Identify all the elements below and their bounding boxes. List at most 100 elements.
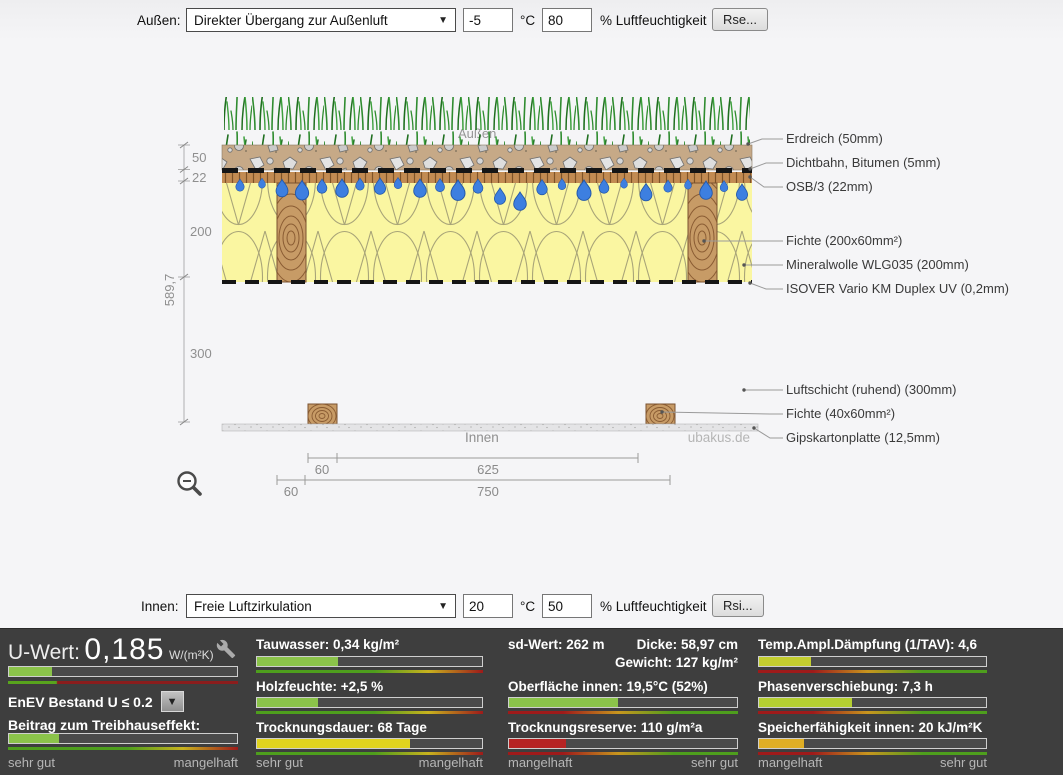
scale-best: sehr gut — [691, 755, 738, 770]
rse-button[interactable]: Rse... — [712, 8, 768, 31]
sd-label: sd-Wert: — [508, 637, 563, 652]
inner-surface-bar-fill — [509, 698, 618, 707]
condensate-label: Tauwasser: — [256, 637, 329, 652]
thermal-column: Temp.Ampl.Dämpfung (1/TAV): 4,6 Phasenve… — [758, 629, 987, 775]
uvalue-value: 0,185 — [84, 633, 164, 666]
scale-worst: mangelhaft — [758, 755, 822, 770]
dim-200: 200 — [190, 224, 212, 239]
left-dimension-labels: 50 22 200 300 589,7 — [162, 150, 212, 361]
layer-label: Erdreich (50mm) — [786, 131, 883, 146]
phase-shift-value: 7,3 h — [902, 679, 933, 694]
scale-worst: mangelhaft — [508, 755, 572, 770]
wood-moisture-value: +2,5 % — [341, 679, 383, 694]
drying-time-label: Trocknungsdauer: — [256, 720, 374, 735]
temp-damping-bar — [758, 656, 987, 667]
thickness-value-text: 58,97 cm — [681, 637, 738, 652]
inside-temp-unit: °C — [520, 599, 535, 614]
drying-reserve-bar — [508, 738, 738, 749]
enev-dropdown-button[interactable]: ▼ — [161, 691, 184, 712]
layer-label: Mineralwolle WLG035 (200mm) — [786, 257, 969, 272]
inside-humidity-input[interactable] — [542, 594, 592, 618]
temp-damping-title: Temp.Ampl.Dämpfung (1/TAV): 4,6 — [758, 637, 977, 652]
outside-temp-input[interactable] — [463, 8, 513, 32]
results-panel: U-Wert: 0,185 W/(m²K) EnEV Bestand U ≤ 0… — [0, 628, 1063, 775]
drying-reserve-title: Trocknungsreserve: 110 g/m²a — [508, 720, 702, 735]
dim-750: 750 — [477, 484, 499, 499]
layer-label: Fichte (40x60mm²) — [786, 406, 895, 421]
condensate-scale-line — [256, 670, 483, 673]
chevron-down-icon: ▼ — [167, 696, 178, 708]
outside-mode-value: Direkter Übergang zur Außenluft — [194, 13, 388, 28]
sd-value: sd-Wert: 262 m — [508, 637, 605, 652]
inside-controls: Innen: Freie Luftzirkulation ▼ °C % Luft… — [0, 594, 1063, 620]
heat-storage-bar-fill — [759, 739, 804, 748]
dim-625: 625 — [477, 462, 499, 477]
layer-labels: Erdreich (50mm) Dichtbahn, Bitumen (5mm)… — [786, 131, 1009, 445]
moisture-column: Tauwasser: 0,34 kg/m² Holzfeuchte: +2,5 … — [256, 629, 483, 775]
scale-worst: mangelhaft — [419, 755, 483, 770]
dim-total: 589,7 — [162, 274, 177, 307]
layer-label: Fichte (200x60mm²) — [786, 233, 902, 248]
heat-storage-bar — [758, 738, 987, 749]
zoom-out-icon[interactable] — [179, 473, 201, 495]
drying-time-title: Trocknungsdauer: 68 Tage — [256, 720, 427, 735]
inside-label: Innen: — [141, 599, 179, 614]
drying-time-value: 68 Tage — [378, 720, 427, 735]
outside-mode-select[interactable]: Direkter Übergang zur Außenluft ▼ — [186, 8, 456, 32]
inside-temp-input[interactable] — [463, 594, 513, 618]
phase-shift-scale-line — [758, 711, 987, 714]
condensate-bar-fill — [257, 657, 338, 666]
thickness-label: Dicke: — [637, 637, 678, 652]
drying-reserve-label: Trocknungsreserve: — [508, 720, 637, 735]
outside-humidity-input[interactable] — [542, 8, 592, 32]
outside-temp-unit: °C — [520, 13, 535, 28]
temp-damping-scale-line — [758, 670, 987, 673]
greenhouse-scale-line — [8, 747, 238, 750]
grass-decoration — [224, 97, 750, 146]
wood-moisture-bar — [256, 697, 483, 708]
uvalue-column: U-Wert: 0,185 W/(m²K) EnEV Bestand U ≤ 0… — [8, 629, 238, 775]
scale-best: sehr gut — [256, 755, 303, 770]
greenhouse-bar-fill — [9, 734, 59, 743]
dim-50: 50 — [192, 150, 206, 165]
inside-humidity-label: % Luftfeuchtigkeit — [600, 599, 707, 614]
greenhouse-bar — [8, 733, 238, 744]
wood-moisture-label: Holzfeuchte: — [256, 679, 337, 694]
temp-damping-label: Temp.Ampl.Dämpfung (1/TAV): — [758, 637, 955, 652]
wrench-icon[interactable] — [216, 639, 236, 659]
heat-storage-value: 20 kJ/m²K — [919, 720, 983, 735]
uvalue-label: U-Wert: — [8, 641, 80, 664]
surface-column: sd-Wert: 262 m Dicke: 58,97 cm Gewicht: … — [508, 629, 738, 775]
uvalue-unit: W/(m²K) — [169, 648, 214, 662]
inner-surface-scale-line — [508, 711, 738, 714]
scale-labels: mangelhaft sehr gut — [508, 755, 738, 770]
site-watermark: ubakus.de — [688, 430, 750, 445]
drying-reserve-value: 110 g/m²a — [641, 720, 703, 735]
uvalue-bar-fill — [9, 667, 52, 676]
scale-worst: mangelhaft — [174, 755, 238, 770]
scale-labels: sehr gut mangelhaft — [256, 755, 483, 770]
thickness-value: Dicke: 58,97 cm — [637, 637, 738, 652]
weight-value: Gewicht: 127 kg/m² — [615, 655, 738, 670]
wood-moisture-scale-line — [256, 711, 483, 714]
heat-storage-title: Speicherfähigkeit innen: 20 kJ/m²K — [758, 720, 982, 735]
chevron-down-icon: ▼ — [438, 601, 448, 612]
drying-time-bar-fill — [257, 739, 410, 748]
layer-label: OSB/3 (22mm) — [786, 179, 873, 194]
temp-damping-value: 4,6 — [958, 637, 977, 652]
layer-erdreich[interactable] — [222, 145, 752, 170]
rsi-button[interactable]: Rsi... — [712, 594, 764, 617]
inner-surface-value: 19,5°C (52%) — [627, 679, 708, 694]
weight-value-text: 127 kg/m² — [676, 655, 738, 670]
drying-reserve-bar-fill — [509, 739, 566, 748]
bottom-dimension-lines — [277, 453, 670, 485]
construction-diagram: Außen — [0, 30, 1063, 590]
drying-time-bar — [256, 738, 483, 749]
inside-mode-select[interactable]: Freie Luftzirkulation ▼ — [186, 594, 456, 618]
inside-mode-value: Freie Luftzirkulation — [194, 599, 312, 614]
greenhouse-title: Beitrag zum Treibhauseffekt: — [8, 717, 200, 733]
condensate-value: 0,34 kg/m² — [333, 637, 399, 652]
dim-22: 22 — [192, 170, 206, 185]
heat-storage-label: Speicherfähigkeit innen: — [758, 720, 915, 735]
phase-shift-label: Phasenverschiebung: — [758, 679, 898, 694]
